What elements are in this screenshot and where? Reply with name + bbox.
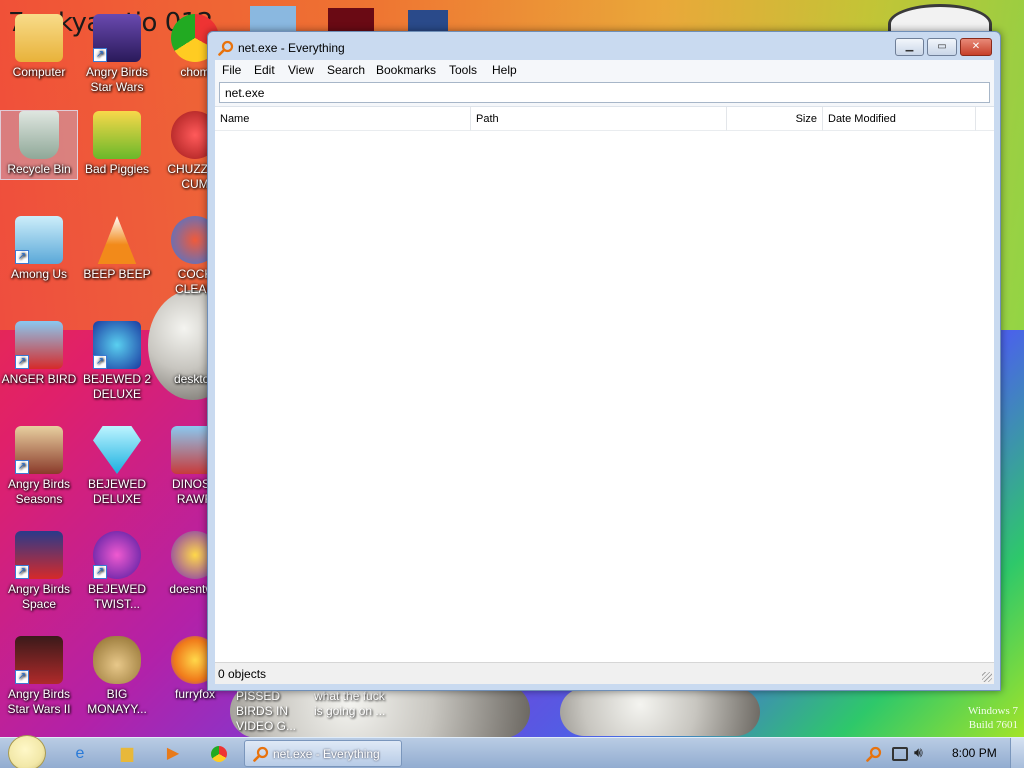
desktop-icon-label: Recycle Bin bbox=[7, 162, 71, 176]
column-header-name[interactable]: Name bbox=[215, 107, 471, 131]
recycle-bin-icon bbox=[19, 111, 59, 159]
shortcut-arrow-icon: ↗ bbox=[15, 565, 29, 579]
everything-window[interactable]: net.exe - Everything ▁ ▭ ✕ File Edit Vie… bbox=[207, 31, 1001, 691]
shortcut-arrow-icon: ↗ bbox=[93, 355, 107, 369]
angry-birds-star-wars-ii-icon: ↗ bbox=[15, 636, 63, 684]
menu-view[interactable]: View bbox=[288, 63, 314, 77]
column-header-size[interactable]: Size bbox=[727, 107, 823, 131]
watermark-line: Windows 7 bbox=[968, 705, 1018, 717]
close-button[interactable]: ✕ bbox=[960, 38, 992, 56]
minimize-button[interactable]: ▁ bbox=[895, 38, 924, 56]
desktop-icon-anger-bird[interactable]: ↗ ANGER BIRD bbox=[1, 321, 77, 387]
column-header-filler bbox=[976, 107, 994, 131]
hat-icon bbox=[250, 6, 296, 32]
taskbar-clock[interactable]: 8:00 PM bbox=[952, 746, 997, 760]
status-text: 0 objects bbox=[218, 667, 267, 681]
desktop-icon-label: Computer bbox=[12, 65, 66, 79]
money-bag-icon bbox=[93, 636, 141, 684]
desktop-icon-label: ANGER BIRD bbox=[1, 372, 77, 386]
magnifier-icon bbox=[253, 746, 269, 762]
taskbar-item-everything[interactable]: net.exe - Everything bbox=[244, 740, 402, 767]
window-titlebar[interactable]: net.exe - Everything ▁ ▭ ✕ bbox=[208, 32, 1000, 60]
angry-birds-star-wars-icon: ↗ bbox=[93, 14, 141, 62]
bejeweled-twist-icon: ↗ bbox=[93, 531, 141, 579]
chrome-icon[interactable] bbox=[206, 742, 232, 766]
menu-tools[interactable]: Tools bbox=[449, 63, 477, 77]
folder-icon[interactable]: ▆ bbox=[114, 742, 140, 766]
everything-tray-icon[interactable] bbox=[866, 746, 882, 762]
wallpaper-shape bbox=[560, 688, 760, 736]
search-bar bbox=[215, 80, 994, 106]
flash-icon bbox=[328, 8, 374, 32]
desktop-icon-label: BEJEWED DELUXE bbox=[87, 477, 146, 506]
shortcut-arrow-icon: ↗ bbox=[15, 250, 29, 264]
desktop-icon-bejewed-twist[interactable]: ↗ BEJEWED TWIST... bbox=[79, 531, 155, 612]
shortcut-arrow-icon: ↗ bbox=[93, 48, 107, 62]
desktop-icon-label: Angry Birds Star Wars bbox=[85, 65, 149, 94]
shortcut-arrow-icon: ↗ bbox=[15, 460, 29, 474]
vlc-cone-icon bbox=[97, 216, 137, 264]
desktop-icon-label: Bad Piggies bbox=[84, 162, 150, 176]
angry-birds-seasons-icon: ↗ bbox=[15, 426, 63, 474]
bejeweled-2-icon: ↗ bbox=[93, 321, 141, 369]
search-input[interactable] bbox=[219, 82, 990, 103]
desktop-icon-bad-piggies[interactable]: Bad Piggies bbox=[79, 111, 155, 177]
computer-icon bbox=[15, 14, 63, 62]
desktop-icon-among-us[interactable]: ↗ Among Us bbox=[1, 216, 77, 282]
desktop-icon-big-monayy[interactable]: BIG MONAYY... bbox=[79, 636, 155, 717]
bad-piggies-icon bbox=[93, 111, 141, 159]
media-player-icon[interactable]: ▶ bbox=[160, 742, 186, 766]
menu-bookmarks[interactable]: Bookmarks bbox=[376, 63, 436, 77]
angry-bird-icon bbox=[408, 10, 448, 32]
desktop-icon-angry-birds-space[interactable]: ↗ Angry Birds Space bbox=[1, 531, 77, 612]
desktop-icon-bejewed-deluxe[interactable]: BEJEWED DELUXE bbox=[79, 426, 155, 507]
desktop-icon-label: Among Us bbox=[10, 267, 68, 281]
taskbar-item-label: net.exe - Everything bbox=[273, 747, 380, 761]
column-header-date-modified[interactable]: Date Modified bbox=[823, 107, 976, 131]
menu-help[interactable]: Help bbox=[492, 63, 517, 77]
results-list[interactable]: Name Path Size Date Modified bbox=[215, 106, 994, 662]
maximize-button[interactable]: ▭ bbox=[927, 38, 957, 56]
shortcut-arrow-icon: ↗ bbox=[15, 670, 29, 684]
column-header-path[interactable]: Path bbox=[471, 107, 727, 131]
desktop-icon-label: BIG MONAYY... bbox=[87, 687, 147, 716]
desktop-icon-label: BEJEWED TWIST... bbox=[87, 582, 146, 611]
angry-bird-icon: ↗ bbox=[15, 321, 63, 369]
network-icon[interactable] bbox=[892, 747, 908, 761]
internet-explorer-icon[interactable]: e bbox=[67, 742, 93, 766]
watermark-line: Build 7601 bbox=[968, 719, 1018, 731]
windows-watermark: Windows 7 Build 7601 bbox=[968, 704, 1018, 732]
resize-grip-icon[interactable] bbox=[982, 672, 992, 682]
desktop-icon-label: BEEP BEEP bbox=[83, 267, 151, 281]
desktop-icon-what-label[interactable]: what the fuck is going on ... bbox=[314, 689, 394, 719]
shortcut-arrow-icon: ↗ bbox=[15, 355, 29, 369]
desktop-icon-label: Angry Birds Seasons bbox=[7, 477, 71, 506]
desktop-icon-angry-birds-seasons[interactable]: ↗ Angry Birds Seasons bbox=[1, 426, 77, 507]
volume-icon[interactable]: 🔊︎ bbox=[914, 744, 923, 761]
menu-file[interactable]: File bbox=[222, 63, 241, 77]
desktop-icon-label: Angry Birds Star Wars II bbox=[7, 687, 71, 716]
desktop-icon-computer[interactable]: Computer bbox=[1, 14, 77, 80]
desktop-icon-angry-birds-star-wars-ii[interactable]: ↗ Angry Birds Star Wars II bbox=[1, 636, 77, 717]
magnifier-icon bbox=[218, 40, 234, 56]
angry-birds-space-icon: ↗ bbox=[15, 531, 63, 579]
desktop-icon-angry-birds-star-wars[interactable]: ↗ Angry Birds Star Wars bbox=[79, 14, 155, 95]
shortcut-arrow-icon: ↗ bbox=[93, 565, 107, 579]
desktop-icon-bejewed-2-deluxe[interactable]: ↗ BEJEWED 2 DELUXE bbox=[79, 321, 155, 402]
show-desktop-button[interactable] bbox=[1010, 738, 1024, 768]
menu-bar: File Edit View Search Bookmarks Tools He… bbox=[215, 60, 994, 80]
desktop-icon-recycle-bin[interactable]: Recycle Bin bbox=[0, 110, 78, 180]
desktop-icon-label: Angry Birds Space bbox=[7, 582, 71, 611]
status-bar: 0 objects bbox=[215, 662, 994, 684]
menu-search[interactable]: Search bbox=[327, 63, 365, 77]
desktop-icon-pissed-birds-label[interactable]: PISSED BIRDS IN VIDEO G... bbox=[236, 689, 316, 734]
taskbar: e ▆ ▶ net.exe - Everything 🔊︎ 8:00 PM bbox=[0, 735, 1024, 768]
among-us-icon: ↗ bbox=[15, 216, 63, 264]
window-title: net.exe - Everything bbox=[238, 41, 345, 55]
desktop-icon-label: BEJEWED 2 DELUXE bbox=[82, 372, 151, 401]
menu-edit[interactable]: Edit bbox=[254, 63, 275, 77]
desktop-icon-beep-beep[interactable]: BEEP BEEP bbox=[79, 216, 155, 282]
start-button[interactable] bbox=[8, 735, 46, 768]
diamond-icon bbox=[93, 426, 141, 474]
